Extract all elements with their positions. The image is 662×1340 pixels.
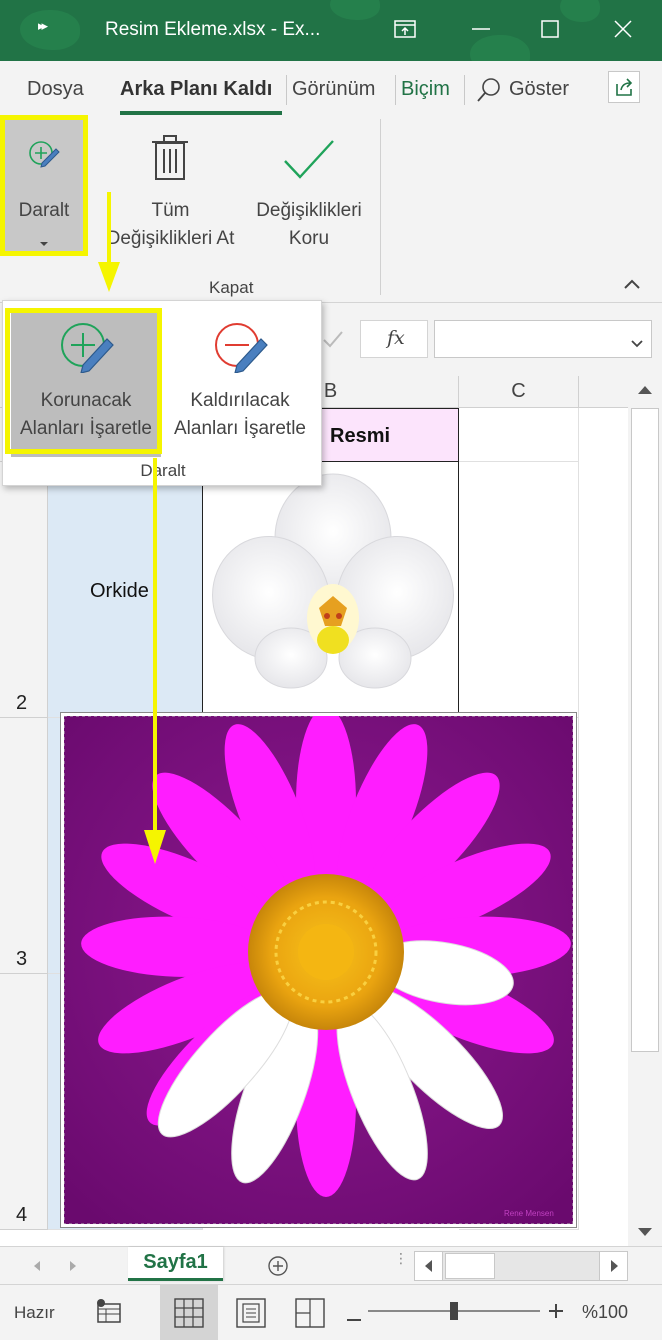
maximize-icon[interactable] <box>535 14 565 44</box>
koru-label: Koru <box>288 228 330 249</box>
fx-icon: fx <box>387 327 405 349</box>
accessibility-icon[interactable] <box>94 1298 122 1329</box>
tab-separator <box>395 75 396 105</box>
highlight-box-korunacak <box>5 308 162 454</box>
daralt-group-label: Daralt <box>140 461 186 480</box>
alanlari-isaretle-label: Alanları İşaretle <box>173 418 306 439</box>
ribbon-display-options-icon[interactable] <box>390 14 420 44</box>
orkide-label: Orkide <box>90 580 149 602</box>
tab-separator <box>286 75 287 105</box>
title-bar: ▸▸ Resim Ekleme.xlsx - Ex... <box>0 0 662 61</box>
active-tab-indicator <box>120 111 282 115</box>
zoom-out-icon[interactable] <box>346 1309 362 1327</box>
status-bar: Hazır %100 <box>0 1284 662 1340</box>
degisiklikleri-at-label: Değişiklikleri At <box>106 228 235 249</box>
previous-sheet-icon[interactable] <box>32 1259 42 1277</box>
tab-dosya[interactable]: Dosya <box>27 78 84 101</box>
tab-bicim[interactable]: Biçim <box>401 78 450 101</box>
collapse-ribbon-icon[interactable] <box>622 277 642 296</box>
worksheet-grid: B C Resmi 2 Orkide 3 4 Rene Mensen <box>0 376 628 1246</box>
sheet-tab-label: Sayfa1 <box>143 1251 208 1273</box>
tab-separator <box>464 75 465 105</box>
quick-access-chevron-icon[interactable]: ▸▸ <box>38 18 48 34</box>
sheet-bar-splitter-icon[interactable]: ⋮ <box>394 1251 408 1265</box>
cell-c2[interactable] <box>459 462 579 718</box>
kaldirilacak-alanlari-isaretle-button[interactable]: Kaldırılacak Alanları İşaretle <box>165 309 315 457</box>
next-sheet-icon[interactable] <box>68 1259 78 1277</box>
daisy-image: Rene Mensen <box>63 707 574 1225</box>
column-header-d[interactable] <box>579 376 628 408</box>
ribbon-tab-row: Dosya Arka Planı Kaldı Görünüm Biçim Gös… <box>0 61 662 117</box>
tab-gorunum[interactable]: Görünüm <box>292 78 375 101</box>
kaldirilacak-label: Kaldırılacak <box>190 390 290 411</box>
zoom-slider-thumb[interactable] <box>450 1302 458 1320</box>
horizontal-scrollbar[interactable] <box>414 1251 628 1281</box>
minimize-icon[interactable] <box>466 14 496 44</box>
row-number: 2 <box>16 692 28 714</box>
trash-icon <box>152 135 188 180</box>
page-break-view-icon[interactable] <box>295 1298 325 1333</box>
highlight-box-daralt <box>0 115 88 256</box>
zoom-in-icon[interactable] <box>548 1303 564 1324</box>
normal-view-button[interactable] <box>160 1285 218 1340</box>
tum-degisiklikleri-at-button[interactable]: Tüm Değişiklikleri At <box>98 117 243 267</box>
row-header-3[interactable]: 3 <box>0 718 48 974</box>
scroll-down-button[interactable] <box>628 1218 662 1246</box>
row-number: 4 <box>16 1204 28 1226</box>
share-button[interactable] <box>608 71 640 103</box>
cell-c1[interactable] <box>459 408 579 462</box>
zoom-slider[interactable] <box>368 1302 540 1320</box>
scroll-left-button[interactable] <box>415 1252 443 1280</box>
enter-check-icon[interactable] <box>322 330 344 353</box>
picture-credit: Rene Mensen <box>504 1209 554 1218</box>
row-header-2[interactable]: 2 <box>0 462 48 718</box>
sheet-tab-sayfa1[interactable]: Sayfa1 <box>128 1247 223 1281</box>
degisiklikleri-koru-button[interactable]: Değişiklikleri Koru <box>248 117 370 267</box>
normal-view-icon <box>174 1298 204 1328</box>
vertical-scroll-thumb[interactable] <box>631 408 659 1052</box>
add-sheet-icon[interactable] <box>267 1255 289 1282</box>
window-title: Resim Ekleme.xlsx - Ex... <box>105 19 321 40</box>
ribbon-separator <box>380 119 381 295</box>
mark-areas-to-remove-icon <box>215 323 268 373</box>
sheet-tab-bar: Sayfa1 ⋮ <box>0 1246 662 1284</box>
degisiklikleri-label: Değişiklikleri <box>256 200 362 221</box>
column-header-c[interactable]: C <box>459 376 579 408</box>
formula-input[interactable] <box>434 320 652 358</box>
column-b-label: B <box>323 380 338 402</box>
orchid-image <box>212 473 454 689</box>
kapat-group-label: Kapat <box>209 278 254 297</box>
row-header-4[interactable]: 4 <box>0 974 48 1230</box>
checkmark-icon <box>284 140 334 179</box>
tum-label: Tüm <box>151 200 190 221</box>
row-number: 3 <box>16 948 28 970</box>
insert-function-button[interactable]: fx <box>360 320 428 358</box>
page-layout-view-icon[interactable] <box>236 1298 266 1333</box>
horizontal-scroll-thumb[interactable] <box>445 1253 495 1279</box>
cell-a2[interactable]: Orkide <box>48 462 203 718</box>
column-c-label: C <box>511 380 526 402</box>
zoom-level[interactable]: %100 <box>582 1302 628 1323</box>
lightbulb-search-icon[interactable] <box>476 77 502 110</box>
ready-status: Hazır <box>14 1303 55 1322</box>
vertical-scrollbar[interactable] <box>628 376 662 1246</box>
resmi-header: Resmi <box>330 425 391 447</box>
share-icon <box>616 78 633 96</box>
ribbon: Daralt Tüm Değişiklikleri At Değişiklikl… <box>0 117 662 303</box>
cell-b2[interactable] <box>203 462 459 718</box>
daisy-picture-selection[interactable]: Rene Mensen <box>60 707 577 1228</box>
scroll-up-button[interactable] <box>628 376 662 404</box>
scroll-right-button[interactable] <box>599 1252 627 1280</box>
tab-arka-plani-kaldir[interactable]: Arka Planı Kaldı <box>120 78 272 101</box>
close-icon[interactable] <box>608 14 638 44</box>
tab-goster[interactable]: Göster <box>509 78 569 101</box>
expand-formula-chevron-icon[interactable] <box>631 335 643 353</box>
